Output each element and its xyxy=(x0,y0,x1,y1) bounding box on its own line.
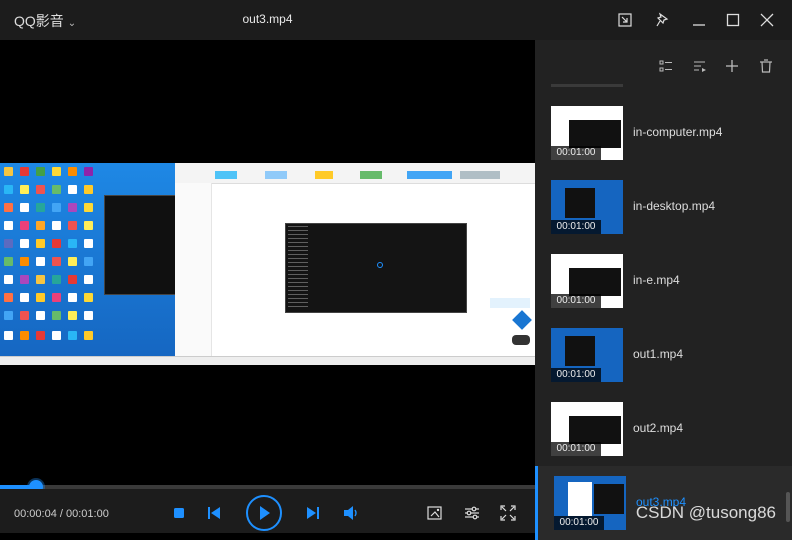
video-thumbnail: 00:01:00 xyxy=(551,402,623,456)
close-button[interactable] xyxy=(755,8,779,32)
video-thumbnail: 00:01:00 xyxy=(551,328,623,382)
video-thumbnail: 00:01:00 xyxy=(554,476,626,530)
playlist-item-name: in-computer.mp4 xyxy=(633,125,723,139)
video-thumbnail: 00:01:00 xyxy=(551,106,623,160)
stop-button[interactable] xyxy=(169,503,189,523)
playlist-item[interactable]: 00:01:00 in-e.mp4 xyxy=(535,244,792,318)
watermark: CSDN @tusong86 xyxy=(635,503,776,522)
previous-button[interactable] xyxy=(204,503,224,523)
minimize-button[interactable] xyxy=(687,8,711,32)
playlist-item[interactable]: 00:01:00 in-computer.mp4 xyxy=(535,96,792,170)
mini-mode-button[interactable] xyxy=(613,8,637,32)
fullscreen-icon xyxy=(500,505,516,521)
trash-icon xyxy=(760,59,772,73)
next-button[interactable] xyxy=(303,503,323,523)
minimize-icon xyxy=(693,24,705,26)
maximize-button[interactable] xyxy=(721,8,745,32)
playlist-toolbar xyxy=(535,40,792,90)
playlist-panel: 00:01:00 in-computer.mp4 00:01:00 in-deskto… xyxy=(535,40,792,540)
screenshot-button[interactable] xyxy=(425,503,445,523)
playback-controls: 00:00:04 / 00:01:00 xyxy=(0,489,535,533)
explorer-toolbar xyxy=(175,163,535,184)
stop-icon xyxy=(174,508,184,518)
window-title: out3.mp4 xyxy=(242,12,293,26)
mini-mode-icon xyxy=(618,13,632,27)
duration-badge: 00:01:00 xyxy=(551,294,601,308)
close-icon xyxy=(760,13,774,27)
playlist-item[interactable]: 00:01:00 out2.mp4 xyxy=(535,392,792,466)
pin-button[interactable] xyxy=(651,8,675,32)
screenshot-icon xyxy=(427,506,442,520)
maximize-icon xyxy=(726,13,740,27)
list-view-button[interactable] xyxy=(657,57,675,75)
settings-button[interactable] xyxy=(462,503,482,523)
playlist-item-name: in-e.mp4 xyxy=(633,273,680,287)
playlist-item-name: in-desktop.mp4 xyxy=(633,199,716,213)
duration-badge: 00:01:00 xyxy=(551,442,601,456)
playlist-item[interactable]: 00:01:00 out1.mp4 xyxy=(535,318,792,392)
video-thumbnail: 00:01:00 xyxy=(551,254,623,308)
play-button[interactable] xyxy=(246,495,282,531)
duration-badge: 00:01:00 xyxy=(551,146,601,160)
playlist-scrollbar[interactable] xyxy=(786,492,790,522)
taskbar xyxy=(0,356,535,365)
list-icon xyxy=(659,60,672,72)
volume-icon xyxy=(344,506,357,520)
playlist-item[interactable]: 00:01:00 in-desktop.mp4 xyxy=(535,170,792,244)
duration-badge: 00:01:00 xyxy=(551,368,601,382)
plus-icon xyxy=(726,60,738,72)
video-area[interactable] xyxy=(0,40,535,485)
title-bar: QQ影音 ⌄ out3.mp4 xyxy=(0,0,792,40)
play-order-icon xyxy=(694,61,706,72)
skip-previous-icon xyxy=(208,507,220,519)
delete-button[interactable] xyxy=(757,57,775,75)
duration-badge: 00:01:00 xyxy=(554,516,604,530)
playlist-item-name: out2.mp4 xyxy=(633,421,684,435)
skip-next-icon xyxy=(307,507,319,519)
time-display: 00:00:04 / 00:01:00 xyxy=(14,508,109,520)
video-thumbnail: 00:01:00 xyxy=(551,180,623,234)
add-file-button[interactable] xyxy=(723,57,741,75)
play-mode-button[interactable] xyxy=(691,57,709,75)
fullscreen-button[interactable] xyxy=(498,503,518,523)
playlist-item-name: out1.mp4 xyxy=(633,347,684,361)
volume-button[interactable] xyxy=(340,503,362,523)
duration-badge: 00:01:00 xyxy=(551,220,601,234)
scrolled-item-edge xyxy=(551,84,623,87)
video-frame xyxy=(0,163,535,365)
explorer-sidebar xyxy=(175,183,212,357)
equalizer-icon xyxy=(465,506,479,520)
console-window xyxy=(104,195,176,295)
terminal-window xyxy=(285,223,467,313)
play-icon xyxy=(260,506,270,520)
desktop-screenshot xyxy=(0,163,176,365)
pin-icon xyxy=(656,12,669,27)
